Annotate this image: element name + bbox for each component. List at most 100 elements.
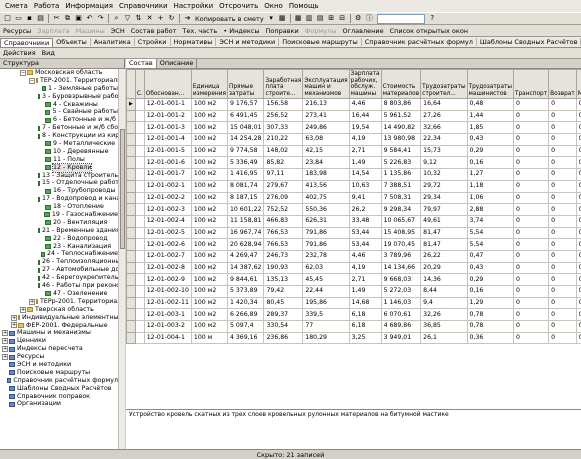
table-cell[interactable] xyxy=(134,133,145,146)
find-icon[interactable]: ⌕ xyxy=(112,14,121,23)
refresh-icon[interactable]: ↻ xyxy=(167,14,176,23)
cut-icon[interactable]: ✂ xyxy=(52,14,61,23)
table-row[interactable]: 12-01-002-11 100 м2 1 420,34 80,45 195,86 14,… xyxy=(126,296,581,310)
save-icon[interactable]: ▪ xyxy=(25,14,34,23)
table-row[interactable]: 12-01-001-4 100 м2 14 254,28 210,22 63,08 4,1… xyxy=(126,133,581,146)
tree-node[interactable]: 46 - Работы при реконструкции xyxy=(0,282,118,290)
table-cell[interactable]: 9 584,41 xyxy=(380,144,422,158)
table-row[interactable]: 12-01-002-4 100 м2 11 158,81 466,83 626,31 33… xyxy=(126,214,581,228)
tree-node[interactable]: + Индексы пересчета xyxy=(0,345,118,353)
tree-node[interactable]: − Московская область xyxy=(0,69,118,77)
table-row[interactable]: 12-01-002-3 100 м2 10 601,22 752,52 550,36 26… xyxy=(126,203,581,216)
toolbar2-item[interactable]: Тех. часть xyxy=(179,27,220,35)
table-cell[interactable]: 0 xyxy=(512,203,550,216)
help-icon[interactable]: ? xyxy=(428,14,437,23)
table-cell[interactable]: 0 xyxy=(512,226,550,240)
tree-node[interactable]: 42 - Берегоукрепительные xyxy=(0,274,118,282)
table-cell[interactable]: 4 689,86 xyxy=(380,320,422,333)
table-cell[interactable]: 0 xyxy=(512,121,550,135)
table-cell[interactable]: 16,64 xyxy=(420,98,468,111)
table-cell[interactable] xyxy=(134,285,145,298)
table-cell[interactable]: 49,61 xyxy=(420,214,468,228)
table-row[interactable]: 12-01-002-9 100 м2 9 844,61 135,13 45,45 2,71… xyxy=(126,273,581,286)
menu-item[interactable]: Настройки xyxy=(171,2,217,10)
columns-icon[interactable]: ▥ xyxy=(305,14,314,23)
table-cell[interactable] xyxy=(134,179,145,193)
row-indicator[interactable] xyxy=(126,320,136,333)
table-cell[interactable]: 0 xyxy=(575,144,581,158)
section-tab[interactable]: Стройки xyxy=(135,38,171,46)
row-indicator[interactable] xyxy=(126,156,136,170)
tree-node[interactable]: + Машины и механизмы xyxy=(0,329,118,337)
tree-node[interactable]: 11 - Полы xyxy=(0,156,118,164)
table-cell[interactable] xyxy=(134,296,145,310)
table-cell[interactable]: 12-01-001-7 xyxy=(143,168,192,181)
paste-icon[interactable]: ▣ xyxy=(74,14,83,23)
table-cell[interactable]: 0 xyxy=(548,109,577,123)
expand-toggle-icon[interactable]: + xyxy=(2,338,8,345)
table-cell[interactable]: 100 м2 xyxy=(190,273,228,286)
table-cell[interactable]: 0 xyxy=(575,249,581,263)
toolbar2-item[interactable]: Поправки xyxy=(262,27,301,35)
table-cell[interactable]: 12-01-002-3 xyxy=(143,203,192,216)
table-cell[interactable]: 135,13 xyxy=(263,273,304,286)
table-cell[interactable]: 100 м2 xyxy=(190,214,228,228)
toolbar2-item[interactable]: Зарплата xyxy=(34,27,72,35)
table-cell[interactable]: 402,75 xyxy=(302,191,350,205)
table-cell[interactable] xyxy=(134,308,145,322)
table-cell[interactable]: 81,47 xyxy=(420,226,468,240)
table-cell[interactable]: 32,66 xyxy=(420,121,468,135)
table-cell[interactable]: 15,73 xyxy=(420,144,468,158)
row-indicator[interactable] xyxy=(126,133,136,146)
expand-toggle-icon[interactable]: + xyxy=(20,306,26,313)
table-cell[interactable]: 13 980,98 xyxy=(380,133,422,146)
tree-node[interactable]: −ТЕР-2001. Территориальные xyxy=(0,77,118,85)
table-cell[interactable]: 100 м xyxy=(190,331,228,345)
table-cell[interactable]: 626,31 xyxy=(302,214,350,228)
tree-node[interactable]: + ТЕРр-2001. Территориальные xyxy=(0,298,118,306)
table-cell[interactable]: 0 xyxy=(575,203,581,216)
table-cell[interactable]: 5 272,03 xyxy=(380,285,422,298)
table-cell[interactable]: 190,93 xyxy=(263,261,304,275)
sort-icon[interactable]: ⇅ xyxy=(134,14,143,23)
tree-node[interactable]: Справочник расчётных формул xyxy=(0,377,118,385)
table-cell[interactable]: 12-01-001-3 xyxy=(143,121,192,135)
row-indicator[interactable] xyxy=(126,191,136,205)
table-cell[interactable]: 0 xyxy=(548,98,577,111)
table-cell[interactable]: 0,16 xyxy=(466,285,514,298)
table-row[interactable]: 12-01-001-5 100 м2 9 774,58 148,02 42,15 2,71… xyxy=(126,144,581,158)
table-cell[interactable]: 0 xyxy=(575,156,581,170)
table-cell[interactable]: 4,19 xyxy=(348,261,382,275)
table-cell[interactable]: 42,15 xyxy=(302,144,350,158)
table-cell[interactable]: 9,12 xyxy=(420,156,468,170)
add-icon[interactable]: + xyxy=(156,14,165,23)
column-header[interactable]: Трудозатраты строител... xyxy=(420,69,468,99)
table-cell[interactable]: 5 097,4 xyxy=(226,320,265,333)
row-indicator[interactable] xyxy=(126,296,136,310)
tree-node[interactable]: 8 - Конструкции из кирпича xyxy=(0,132,118,140)
table-cell[interactable]: 5 226,83 xyxy=(380,156,422,170)
row-indicator[interactable] xyxy=(126,308,136,322)
table-cell[interactable] xyxy=(134,109,145,123)
expand-toggle-icon[interactable]: + xyxy=(2,354,8,360)
table-cell[interactable]: 100 м2 xyxy=(190,133,228,146)
table-cell[interactable]: 0,43 xyxy=(466,261,514,275)
table-cell[interactable]: 0 xyxy=(512,331,550,345)
toolbar2-item[interactable]: Состав работ xyxy=(128,27,180,35)
table-cell[interactable]: 0 xyxy=(512,214,550,228)
table-cell[interactable]: 0,48 xyxy=(466,98,514,111)
table-cell[interactable]: 0 xyxy=(512,249,550,263)
table-cell[interactable]: 0 xyxy=(548,168,577,181)
table-cell[interactable]: 1,29 xyxy=(466,296,514,310)
table-cell[interactable]: 14 254,28 xyxy=(226,133,265,146)
column-header[interactable]: Заработная плата строите... xyxy=(263,69,304,99)
open-icon[interactable]: ▭ xyxy=(14,14,23,23)
table-cell[interactable]: 100 м2 xyxy=(190,296,228,310)
print-icon[interactable]: ▤ xyxy=(36,14,45,23)
table-cell[interactable]: 14,68 xyxy=(348,296,382,310)
table-cell[interactable]: 0 xyxy=(548,331,577,345)
table-row[interactable]: 12-01-002-2 100 м2 8 187,15 276,09 402,75 9,4… xyxy=(126,191,581,205)
table-cell[interactable] xyxy=(134,331,145,345)
table-cell[interactable]: 10 601,22 xyxy=(226,203,265,216)
table-row[interactable]: 12-01-004-1 100 м4 369,16 236,86 180,29 3,25… xyxy=(126,331,581,345)
